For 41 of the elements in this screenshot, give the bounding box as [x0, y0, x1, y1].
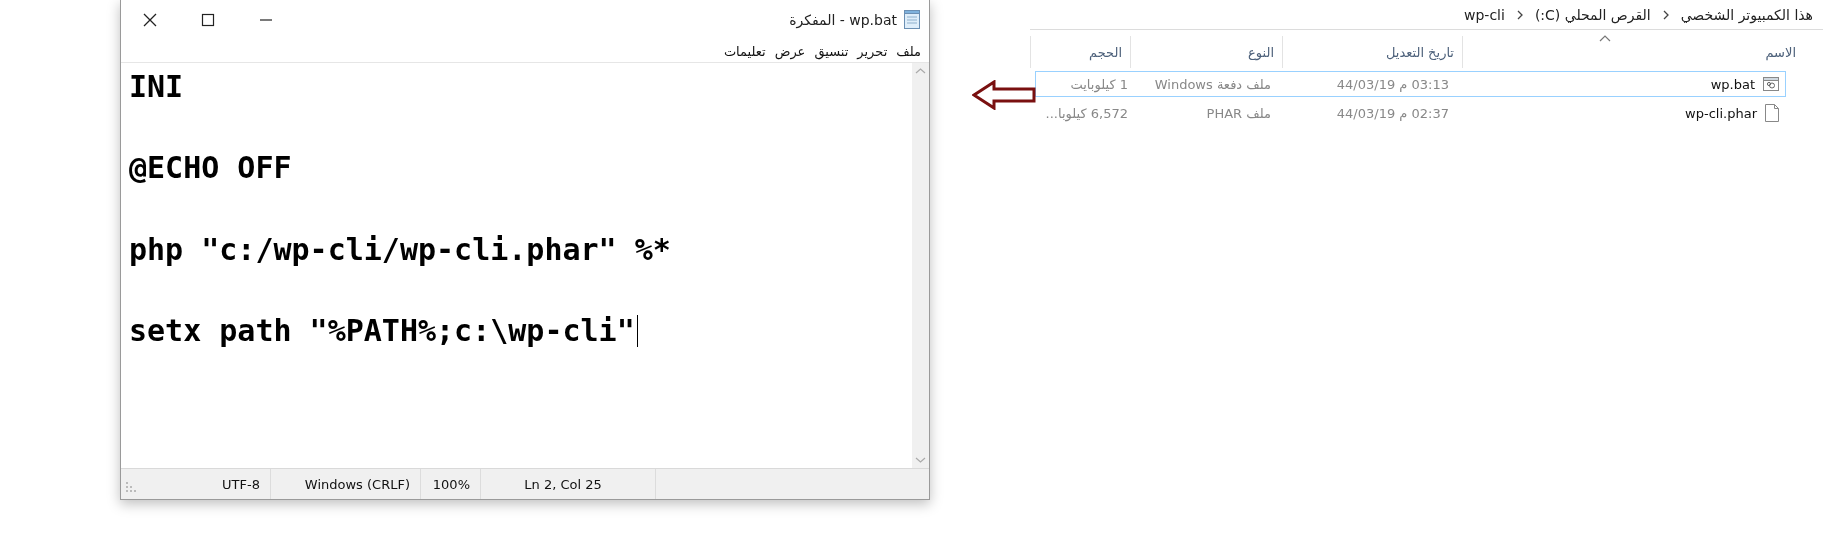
column-header[interactable]: النوع [1130, 36, 1282, 68]
close-icon [142, 12, 158, 28]
menu-item[interactable]: عرض [774, 43, 806, 59]
status-text: 100% [432, 476, 470, 492]
file-type: ملف PHAR [1206, 105, 1271, 121]
file-type: ملف دفعة Windows [1154, 76, 1271, 92]
scrollbar[interactable] [912, 63, 929, 468]
window-title: wp.bat - المفكرة [789, 12, 897, 28]
menu-item[interactable]: تعليمات [723, 43, 766, 59]
document-icon [1765, 104, 1779, 122]
file-name: wp-cli.phar [1685, 105, 1757, 121]
menu-item[interactable]: تحرير [857, 43, 888, 59]
code-line: @ECHO OFF [129, 149, 292, 188]
column-header[interactable]: الاسم [1462, 36, 1804, 68]
file-name: wp.bat [1710, 76, 1755, 92]
file-size: 1 كيلوبايت [1070, 76, 1128, 92]
code-line: INI [129, 68, 184, 106]
code-line: php "c:/wp-cli/wp-cli.phar" %* [129, 230, 671, 269]
status-text: Ln 2, Col 25 [524, 476, 602, 492]
menu-item[interactable]: تنسيق [814, 43, 849, 59]
maximize-icon [201, 13, 215, 27]
status-text: Windows (CRLF) [304, 476, 410, 492]
date-modified: 02:37 م 44/03/19 [1336, 105, 1449, 121]
batch-file-icon [1763, 77, 1779, 91]
minimize-icon [260, 19, 272, 21]
code-line: setx path "%PATH%;c:\wp-cli" [129, 312, 635, 351]
date-modified: 03:13 م 44/03/19 [1336, 76, 1449, 92]
breadcrumb-item[interactable]: القرص المحلي (C:) [1534, 6, 1651, 23]
column-header[interactable]: الحجم [1030, 36, 1130, 68]
column-header[interactable]: تاريخ التعديل [1282, 36, 1462, 68]
resize-grip-icon[interactable] [124, 480, 138, 494]
notepad-icon [903, 10, 921, 30]
file-size: 6,572 كيلوبا... [1045, 105, 1128, 121]
status-text: UTF-8 [222, 476, 260, 492]
breadcrumb-item[interactable]: هذا الكمبيوتر الشخصي [1680, 6, 1813, 23]
sort-caret-icon [1599, 34, 1612, 42]
breadcrumb-item[interactable]: wp-cli [1464, 6, 1505, 23]
menu-item[interactable]: ملف [896, 43, 921, 59]
left-arrow-icon [972, 80, 1036, 110]
text-editor[interactable]: INI @ECHO OFF php "c:/wp-cli/wp-cli.phar" %* setx path "%PATH%;c:\wp-cli" [121, 63, 912, 468]
text-cursor [636, 315, 638, 348]
